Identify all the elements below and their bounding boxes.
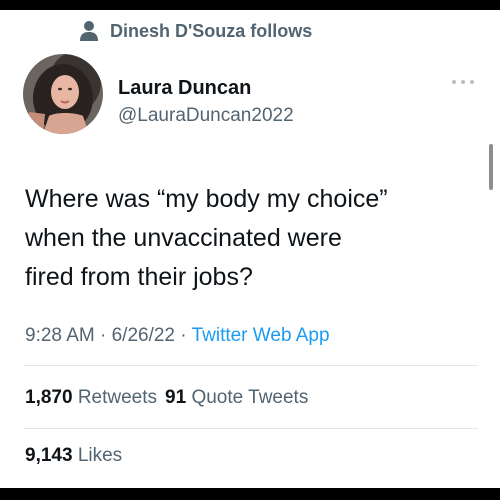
more-dot [452, 80, 456, 84]
likes-label: Likes [77, 445, 123, 466]
more-options-icon[interactable] [452, 76, 474, 88]
author-avatar[interactable] [23, 54, 103, 134]
tweet-text: Where was “my body my choice” when the u… [25, 180, 465, 297]
more-dot [470, 80, 474, 84]
tweet-date[interactable]: 6/26/22 [112, 325, 175, 346]
tweet-source-link[interactable]: Twitter Web App [192, 325, 330, 346]
quote-tweets-link[interactable]: 91 Quote Tweets [165, 387, 308, 408]
divider [24, 365, 478, 366]
divider [24, 428, 478, 429]
author-handle[interactable]: @LauraDuncan2022 [118, 104, 294, 128]
retweets-link[interactable]: 1,870 Retweets [25, 387, 157, 408]
social-context: Dinesh D'Souza follows [80, 18, 312, 44]
tweet-detail-screen: Dinesh D'Souza follows Laura Duncan @Lau… [0, 10, 500, 488]
tweet-meta: 9:28 AM · 6/26/22 · Twitter Web App [25, 324, 330, 348]
meta-separator: · [180, 325, 187, 346]
quote-tweets-label: Quote Tweets [191, 387, 309, 408]
engagement-stats: 1,870 Retweets 91 Quote Tweets [25, 386, 308, 410]
more-dot [461, 80, 465, 84]
meta-separator: · [100, 325, 107, 346]
person-icon [80, 21, 98, 41]
social-context-text: Dinesh D'Souza follows [110, 20, 313, 41]
profile-avatar-image [23, 54, 103, 134]
likes-count: 9,143 [25, 445, 73, 466]
tweet-line: fired from their jobs? [25, 263, 253, 291]
author-name[interactable]: Laura Duncan [118, 76, 251, 100]
tweet-time[interactable]: 9:28 AM [25, 325, 95, 346]
tweet-line: Where was “my body my choice” [25, 185, 388, 213]
scrollbar[interactable] [489, 144, 493, 190]
quote-tweets-count: 91 [165, 387, 187, 408]
likes-stats[interactable]: 9,143 Likes [25, 444, 122, 468]
tweet-line: when the unvaccinated were [25, 224, 342, 252]
retweets-count: 1,870 [25, 387, 73, 408]
retweets-label: Retweets [77, 387, 158, 408]
